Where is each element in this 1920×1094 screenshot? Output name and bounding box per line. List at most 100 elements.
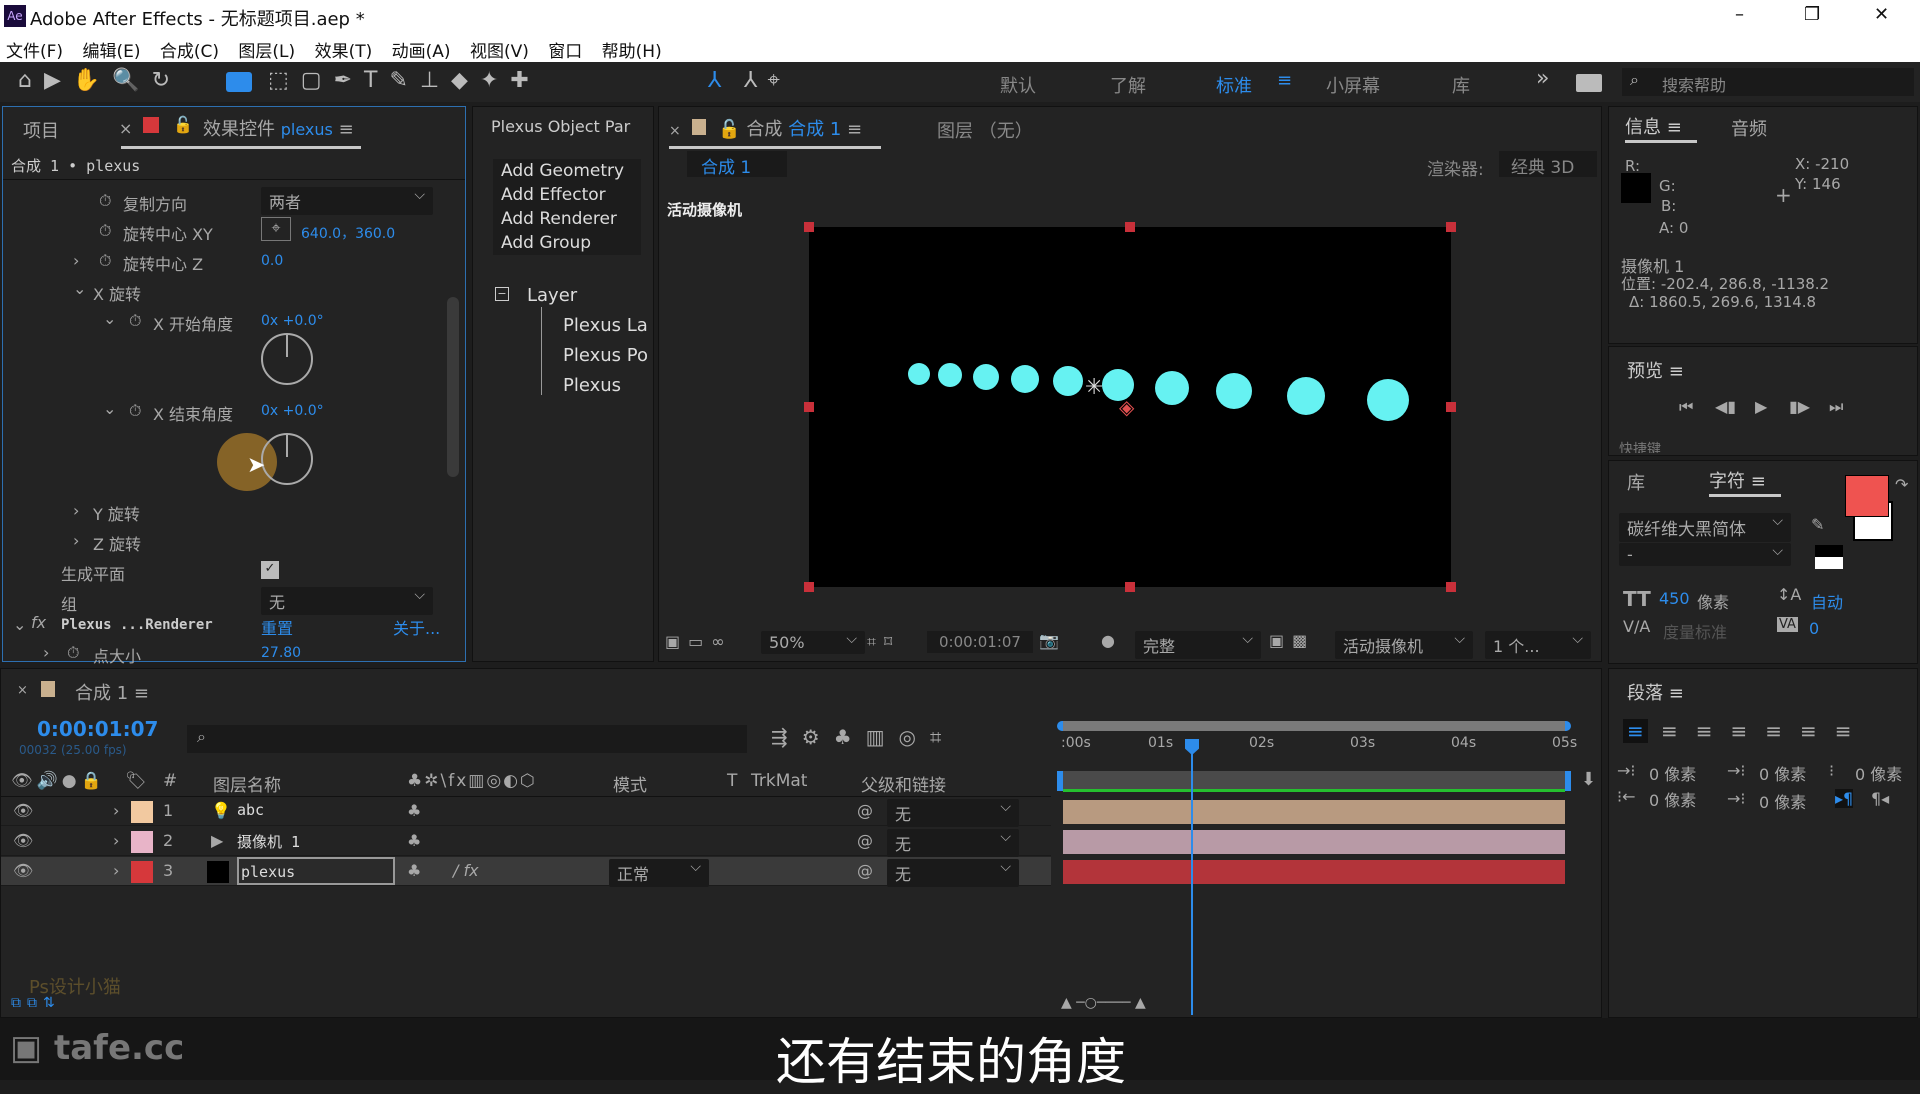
group-dropdown[interactable]: 无 (261, 587, 433, 615)
blend-mode-dropdown[interactable]: 正常 (609, 859, 709, 887)
timecode-display[interactable]: 0:00:01:07 (37, 717, 158, 741)
timeline-zoom-slider[interactable]: ▲ ─○──── ▲ (1061, 995, 1146, 1011)
workspace-default[interactable]: 默认 (1000, 72, 1036, 98)
menu-effect[interactable]: 效果(T) (315, 42, 373, 62)
layer-handle[interactable] (1446, 222, 1456, 232)
font-size-value[interactable]: 450 (1659, 589, 1690, 608)
swap-colors-icon[interactable]: ↷ (1895, 475, 1908, 494)
tree-collapse-icon[interactable]: − (495, 287, 509, 301)
label-color[interactable] (131, 861, 153, 883)
camera-target-icon[interactable]: ◈ (1119, 395, 1134, 419)
stopwatch-icon[interactable]: ⏱ (99, 191, 111, 211)
play-button[interactable]: ▶ (1755, 397, 1767, 416)
panel-menu-icon[interactable]: ≡ (847, 119, 862, 140)
layer-handle[interactable] (804, 222, 814, 232)
visibility-eye-icon[interactable]: 👁 (13, 801, 33, 820)
drawing-tool-icons[interactable]: ⬚▢✒T✎⊥◆✦✚ (268, 68, 541, 93)
renderer-button[interactable]: 经典 3D (1499, 151, 1597, 178)
collapse-arrow-icon[interactable]: ⌄ (13, 615, 26, 634)
workspace-small-screen[interactable]: 小屏幕 (1326, 72, 1380, 98)
expand-arrow-icon[interactable]: › (43, 643, 49, 662)
eyedropper-icon[interactable]: ✎ (1811, 515, 1824, 534)
tab-timeline[interactable]: 合成 1 ≡ (75, 679, 149, 705)
kerning-value[interactable]: 度量标准 (1663, 619, 1727, 643)
workspace-menu-icon[interactable]: ≡ (1277, 70, 1292, 91)
tab-effect-controls[interactable]: 效果控件 plexus ≡ (121, 115, 361, 149)
layer-handle[interactable] (804, 582, 814, 592)
expand-arrow-icon[interactable]: › (113, 861, 119, 880)
zoom-dropdown[interactable]: 50% (761, 631, 865, 654)
shy-switch-icon[interactable]: ♣ (407, 831, 421, 850)
fill-color-swatch[interactable] (1845, 475, 1889, 517)
comp-breadcrumb[interactable]: 合成 1 (687, 151, 787, 178)
menu-file[interactable]: 文件(F) (6, 42, 63, 62)
layer-duration-bar[interactable] (1063, 830, 1565, 854)
collapse-arrow-icon[interactable]: ⌄ (103, 399, 116, 418)
workspace-learn[interactable]: 了解 (1110, 72, 1146, 98)
layer-row[interactable]: 👁 › 3 plexus ♣ / fx 正常 @ 无 (1, 857, 1051, 887)
next-frame-button[interactable]: ▮▶ (1789, 397, 1810, 416)
expand-arrow-icon[interactable]: › (73, 501, 79, 520)
layer-handle[interactable] (1446, 402, 1456, 412)
leading-value[interactable]: 自动 (1811, 589, 1843, 613)
panel-menu-icon[interactable]: ≡ (339, 119, 354, 140)
space-after-value[interactable]: 0 像素 (1759, 789, 1806, 813)
tree-item[interactable]: Plexus Po (563, 345, 648, 366)
font-style-dropdown[interactable]: - (1619, 543, 1791, 566)
anchor-point-icon[interactable]: ✳ (1085, 375, 1103, 400)
indent-right-value[interactable]: 0 像素 (1649, 787, 1696, 811)
workspace-more[interactable]: » (1536, 66, 1549, 91)
camera-tool-icon[interactable] (226, 72, 252, 92)
lock-icon[interactable]: 🔓 (718, 119, 740, 140)
font-family-dropdown[interactable]: 碳纤维大黑简体 (1619, 513, 1791, 542)
tab-project[interactable]: 项目 (23, 117, 59, 143)
parent-dropdown[interactable]: 无 (887, 829, 1019, 857)
stopwatch-icon[interactable]: ⏱ (129, 401, 141, 421)
stopwatch-icon[interactable]: ⏱ (99, 251, 111, 271)
minimize-button[interactable]: – (1735, 4, 1744, 25)
space-before-value[interactable]: 0 像素 (1759, 761, 1806, 785)
tab-info[interactable]: 信息 ≡ (1625, 113, 1697, 143)
shy-switch-icon[interactable]: ♣ (407, 861, 421, 880)
close-button[interactable]: ✕ (1874, 4, 1889, 25)
tab-composition[interactable]: × 🔓 合成 合成 1 ≡ (669, 115, 881, 149)
label-color[interactable] (131, 831, 153, 853)
first-frame-button[interactable]: ⏮ (1679, 397, 1693, 417)
about-link[interactable]: 关于... (393, 615, 440, 639)
tab-layer[interactable]: 图层 （无） (937, 117, 1033, 143)
layer-handle[interactable] (1446, 582, 1456, 592)
expand-arrow-icon[interactable]: › (73, 251, 79, 270)
menu-edit[interactable]: 编辑(E) (82, 42, 140, 62)
label-color[interactable] (131, 801, 153, 823)
layer-handle[interactable] (1125, 222, 1135, 232)
parent-dropdown[interactable]: 无 (887, 859, 1019, 887)
pickwhip-icon[interactable]: @ (857, 831, 873, 850)
stopwatch-icon[interactable]: ⏱ (67, 643, 79, 663)
tree-root-layer[interactable]: Layer (527, 285, 577, 306)
stopwatch-icon[interactable]: ⏱ (99, 221, 111, 241)
rotation-center-z-value[interactable]: 0.0 (261, 253, 283, 269)
pickwhip-icon[interactable]: @ (857, 861, 873, 880)
menu-window[interactable]: 窗口 (548, 42, 582, 62)
menu-composition[interactable]: 合成(C) (160, 42, 219, 62)
tab-character[interactable]: 字符 ≡ (1709, 467, 1781, 497)
camera-dropdown[interactable]: 活动摄像机 (1335, 631, 1473, 659)
fx-icon[interactable]: fx (31, 613, 46, 632)
stopwatch-icon[interactable]: ⏱ (129, 311, 141, 331)
x-start-angle-dial[interactable] (261, 333, 313, 385)
generate-plane-checkbox[interactable]: ✓ (261, 561, 279, 579)
tracking-value[interactable]: 0 (1809, 619, 1819, 638)
comp-viewer[interactable]: ✳ ◈ (804, 222, 1456, 592)
restore-button[interactable]: ❐ (1804, 4, 1820, 25)
black-white-icon[interactable] (1815, 545, 1843, 569)
add-group-button[interactable]: Add Group (501, 231, 641, 255)
tool-icons[interactable]: ⌂▶✋🔍↻ (18, 68, 182, 93)
comp-marker-icon[interactable]: ⬇ (1581, 769, 1596, 790)
snapshot-icon[interactable]: 📷 (1039, 631, 1059, 650)
local-axis-icon[interactable]: ⅄ (708, 68, 721, 93)
add-effector-button[interactable]: Add Effector (501, 183, 641, 207)
viewer-option-icons[interactable]: ▣▭∞ (665, 632, 733, 651)
playhead-line[interactable] (1191, 753, 1193, 1015)
layer-duration-bar[interactable] (1063, 800, 1565, 824)
expand-arrow-icon[interactable]: › (113, 801, 119, 820)
